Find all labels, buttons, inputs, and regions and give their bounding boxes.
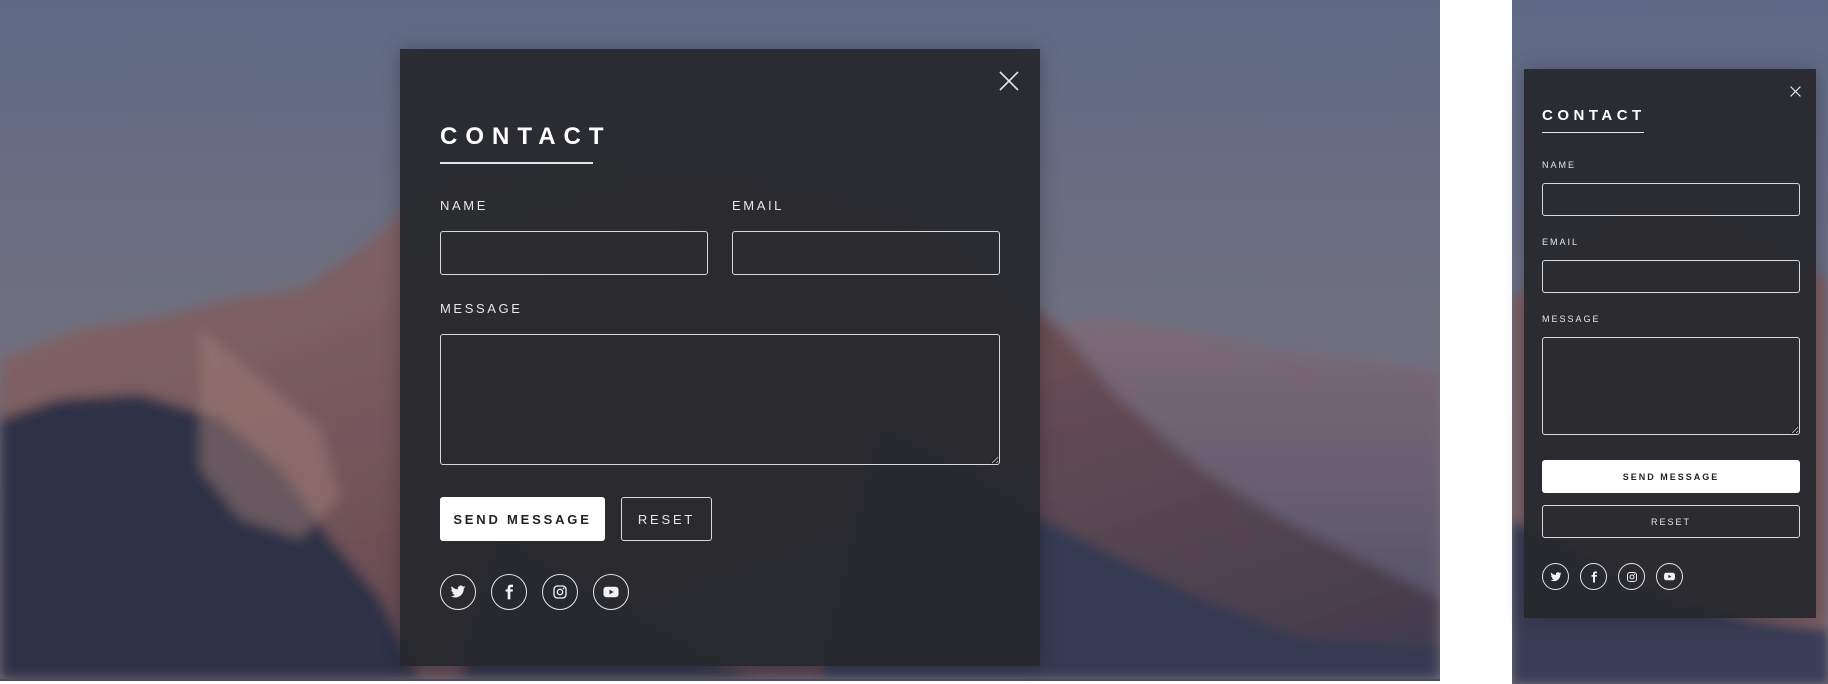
send-message-button[interactable]: SEND MESSAGE [440, 497, 605, 541]
youtube-icon [603, 586, 619, 598]
youtube-link[interactable] [1656, 563, 1683, 590]
instagram-icon [553, 585, 567, 599]
instagram-icon [1626, 571, 1637, 582]
modal-title: CONTACT [440, 123, 612, 150]
youtube-link[interactable] [593, 574, 629, 610]
message-label: MESSAGE [1542, 314, 1601, 324]
twitter-icon [1550, 571, 1561, 581]
email-input[interactable] [732, 231, 1000, 275]
name-label: NAME [440, 198, 488, 213]
facebook-link[interactable] [491, 574, 527, 610]
facebook-icon [505, 584, 513, 600]
reset-button[interactable]: RESET [621, 497, 712, 541]
close-button[interactable] [994, 66, 1024, 96]
name-input[interactable] [1542, 183, 1800, 216]
facebook-icon [1591, 571, 1597, 582]
social-links [440, 574, 629, 610]
close-icon [999, 71, 1019, 91]
title-underline [440, 162, 593, 164]
email-input[interactable] [1542, 260, 1800, 293]
instagram-link[interactable] [542, 574, 578, 610]
message-label: MESSAGE [440, 301, 523, 316]
twitter-link[interactable] [1542, 563, 1569, 590]
close-button[interactable] [1786, 82, 1804, 100]
message-textarea[interactable] [440, 334, 1000, 465]
title-underline [1542, 132, 1644, 133]
social-links [1542, 563, 1683, 590]
close-icon [1789, 85, 1801, 97]
email-label: EMAIL [1542, 237, 1580, 247]
message-textarea[interactable] [1542, 337, 1800, 435]
contact-modal-desktop: CONTACT NAME EMAIL MESSAGE SEND MESSAGE … [400, 49, 1040, 666]
instagram-link[interactable] [1618, 563, 1645, 590]
reset-button[interactable]: RESET [1542, 505, 1800, 538]
email-label: EMAIL [732, 198, 785, 213]
twitter-icon [450, 585, 466, 598]
name-input[interactable] [440, 231, 708, 275]
name-label: NAME [1542, 160, 1577, 170]
facebook-link[interactable] [1580, 563, 1607, 590]
youtube-icon [1664, 572, 1675, 581]
twitter-link[interactable] [440, 574, 476, 610]
send-message-button[interactable]: SEND MESSAGE [1542, 460, 1800, 493]
contact-modal-mobile: CONTACT NAME EMAIL MESSAGE SEND MESSAGE … [1524, 69, 1816, 618]
modal-title: CONTACT [1542, 107, 1646, 124]
